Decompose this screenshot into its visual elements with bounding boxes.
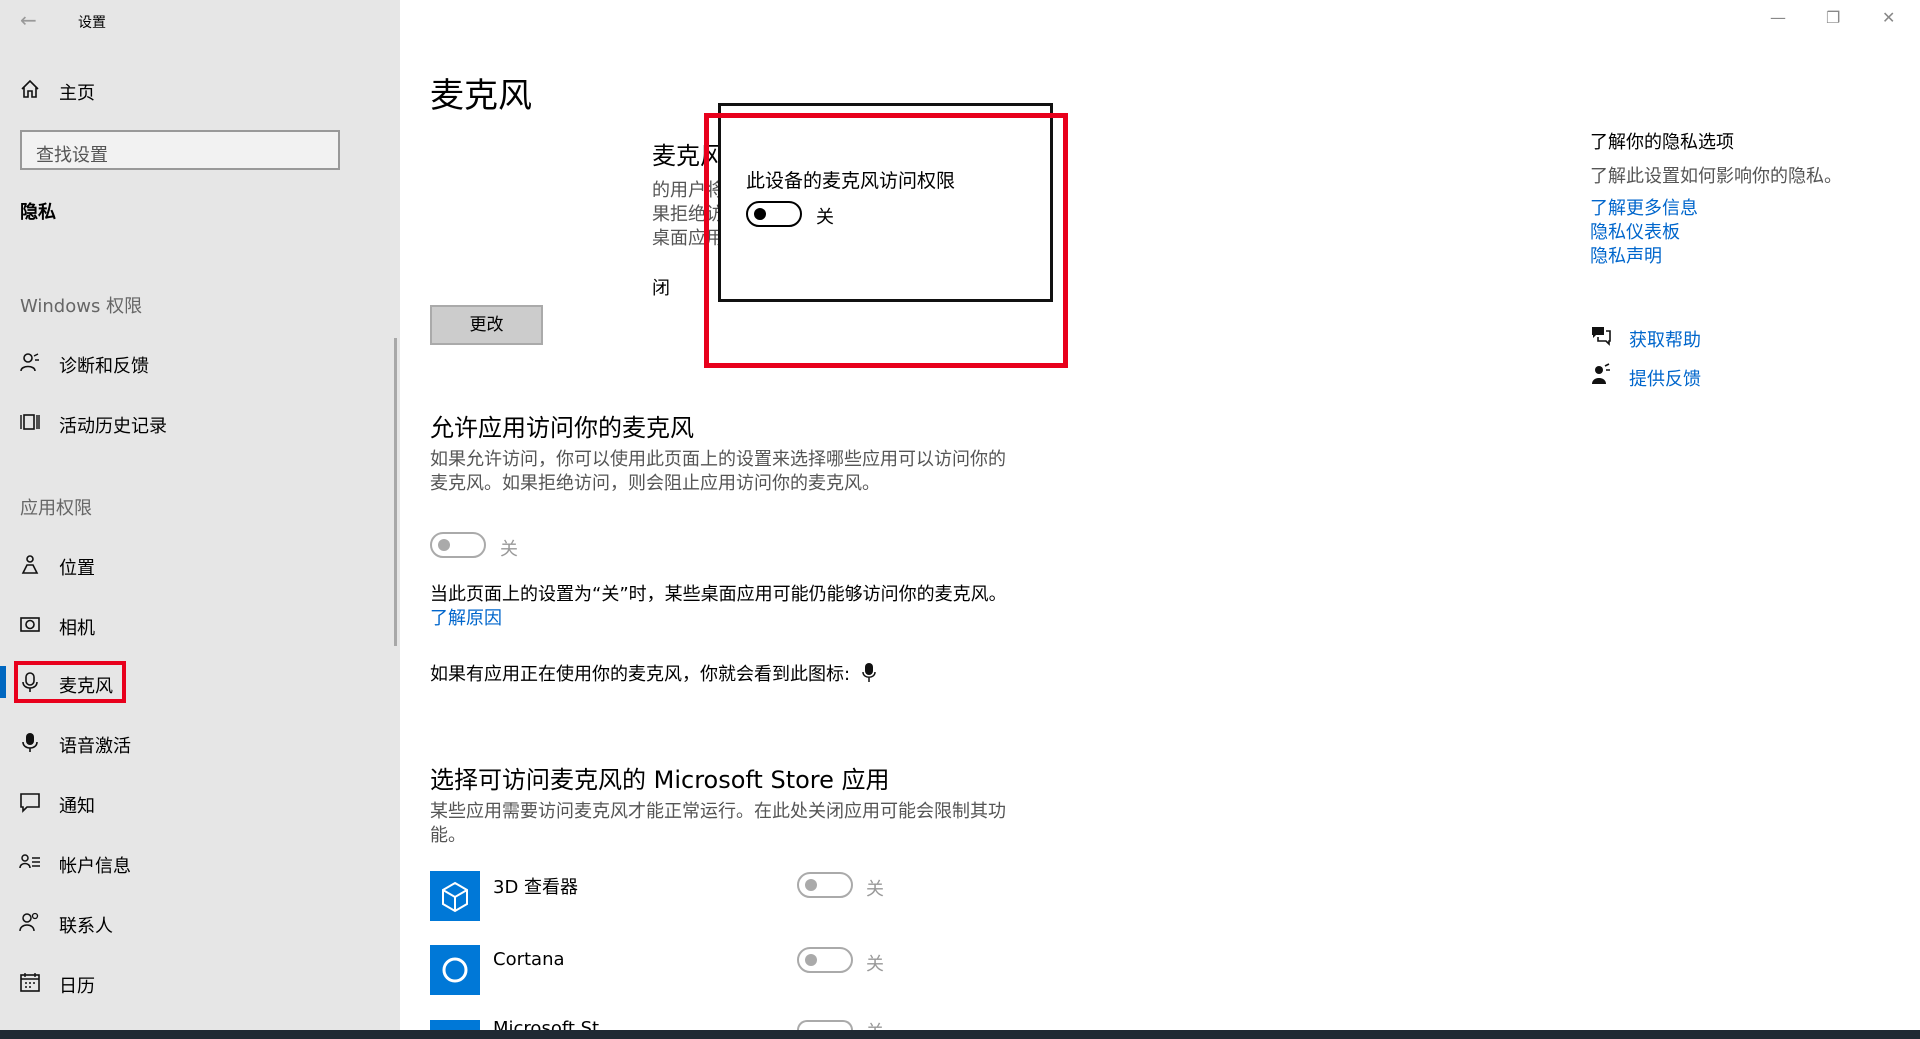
app-name-cortana: Cortana xyxy=(493,949,565,970)
location-icon xyxy=(18,553,42,577)
change-button[interactable]: 更改 xyxy=(430,305,543,345)
camera-icon xyxy=(18,613,42,637)
toggle-knob xyxy=(805,879,817,891)
allow-apps-desc: 如果允许访问，你可以使用此页面上的设置来选择哪些应用可以访问你的麦克风。如果拒绝… xyxy=(430,449,1006,494)
allow-apps-toggle-label: 关 xyxy=(500,539,518,560)
cortana-toggle[interactable] xyxy=(797,947,853,973)
toggle-knob xyxy=(438,539,450,551)
sidebar-item-voice-activation[interactable]: 语音激活 xyxy=(0,724,400,762)
sidebar: ← 设置 主页 查找设置 隐私 Windows 权限 诊断和反馈 活动历史记录 … xyxy=(0,0,400,1030)
dialog-highlight-box xyxy=(704,113,1068,368)
get-help-link[interactable]: 获取帮助 xyxy=(1629,326,1701,352)
mic-icon-note-text: 如果有应用正在使用你的麦克风，你就会看到此图标: xyxy=(430,664,851,685)
app-name-3d-viewer: 3D 查看器 xyxy=(493,877,579,898)
privacy-dashboard-link[interactable]: 隐私仪表板 xyxy=(1590,218,1680,244)
search-placeholder: 查找设置 xyxy=(36,145,108,166)
mic-icon-note: 如果有应用正在使用你的麦克风，你就会看到此图标: xyxy=(430,660,876,688)
allow-apps-toggle[interactable] xyxy=(430,532,486,558)
sidebar-item-label: 活动历史记录 xyxy=(59,416,167,437)
cortana-icon xyxy=(430,945,480,995)
diagnostics-icon xyxy=(18,351,42,375)
taskbar xyxy=(0,1030,1920,1039)
sidebar-item-home[interactable]: 主页 xyxy=(0,76,400,106)
voice-activation-icon xyxy=(18,731,42,755)
sidebar-item-label: 相机 xyxy=(59,618,95,639)
allow-apps-title: 允许应用访问你的麦克风 xyxy=(430,414,694,442)
microsoft-store-toggle-label: 关 xyxy=(866,1018,884,1030)
feedback-icon xyxy=(1590,363,1614,387)
microsoft-store-app-icon xyxy=(430,1020,480,1030)
toggle-knob xyxy=(805,954,817,966)
app-title: 设置 xyxy=(78,15,106,31)
title-bar: ← 设置 xyxy=(0,0,400,40)
sidebar-scrollbar[interactable] xyxy=(394,338,397,646)
privacy-options-desc: 了解此设置如何影响你的隐私。 xyxy=(1590,166,1842,187)
sidebar-item-label: 主页 xyxy=(59,83,95,104)
learn-why-link[interactable]: 了解原因 xyxy=(430,604,502,630)
activity-history-icon xyxy=(18,411,42,435)
3d-viewer-icon xyxy=(430,871,480,921)
sidebar-item-calendar[interactable]: 日历 xyxy=(0,964,400,1002)
sidebar-item-label: 联系人 xyxy=(59,916,113,937)
app-name-microsoft-store: Microsoft St xyxy=(493,1018,600,1030)
sidebar-item-camera[interactable]: 相机 xyxy=(0,606,400,644)
microphone-in-use-icon xyxy=(862,662,876,688)
sidebar-item-label: 诊断和反馈 xyxy=(59,356,149,377)
calendar-icon xyxy=(18,971,42,995)
sidebar-item-label: 位置 xyxy=(59,558,95,579)
right-panel: 了解你的隐私选项 了解此设置如何影响你的隐私。 了解更多信息 隐私仪表板 隐私声… xyxy=(1590,0,1910,500)
sidebar-item-activity-history[interactable]: 活动历史记录 xyxy=(0,404,400,442)
sidebar-item-notifications[interactable]: 通知 xyxy=(0,784,400,822)
notification-icon xyxy=(18,791,42,815)
microsoft-store-toggle[interactable] xyxy=(797,1020,853,1030)
store-apps-title: 选择可访问麦克风的 Microsoft Store 应用 xyxy=(430,766,890,794)
cortana-toggle-label: 关 xyxy=(866,954,884,975)
sidebar-item-label: 日历 xyxy=(59,976,95,997)
sidebar-item-contacts[interactable]: 联系人 xyxy=(0,904,400,942)
privacy-options-title: 了解你的隐私选项 xyxy=(1590,132,1734,153)
group-heading-apps: 应用权限 xyxy=(20,498,92,519)
microphone-highlight-box xyxy=(14,661,126,703)
sidebar-item-label: 语音激活 xyxy=(59,736,131,757)
sidebar-item-location[interactable]: 位置 xyxy=(0,546,400,584)
contacts-icon xyxy=(18,911,42,935)
section-heading-privacy: 隐私 xyxy=(20,202,56,223)
learn-more-link[interactable]: 了解更多信息 xyxy=(1590,194,1698,220)
sidebar-item-label: 通知 xyxy=(59,796,95,817)
page-title: 麦克风 xyxy=(430,76,532,116)
privacy-statement-link[interactable]: 隐私声明 xyxy=(1590,242,1662,268)
device-status-fragment: 闭 xyxy=(652,278,670,299)
search-input[interactable]: 查找设置 xyxy=(20,130,340,170)
back-arrow-icon[interactable]: ← xyxy=(20,8,37,32)
group-heading-windows: Windows 权限 xyxy=(20,296,143,317)
allow-apps-note: 当此页面上的设置为“关”时，某些桌面应用可能仍能够访问你的麦克风。 xyxy=(430,584,1007,605)
store-apps-desc: 某些应用需要访问麦克风才能正常运行。在此处关闭应用可能会限制其功能。 xyxy=(430,801,1006,846)
account-info-icon xyxy=(18,851,42,875)
3d-viewer-toggle[interactable] xyxy=(797,872,853,898)
sidebar-item-diagnostics[interactable]: 诊断和反馈 xyxy=(0,344,400,382)
home-icon xyxy=(18,78,42,102)
sidebar-item-label: 帐户信息 xyxy=(59,856,131,877)
3d-viewer-toggle-label: 关 xyxy=(866,879,884,900)
feedback-link[interactable]: 提供反馈 xyxy=(1629,365,1701,391)
sidebar-item-account-info[interactable]: 帐户信息 xyxy=(0,844,400,882)
get-help-icon xyxy=(1590,324,1614,348)
